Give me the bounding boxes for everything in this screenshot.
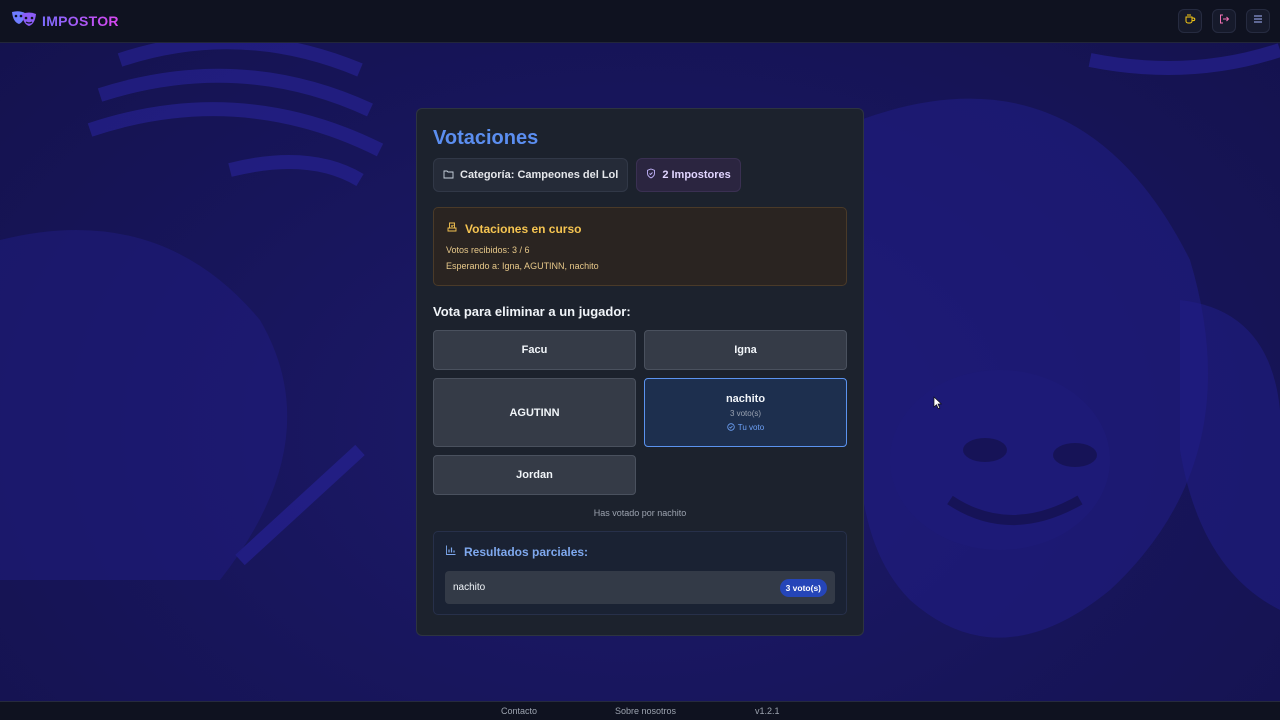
footer: Contacto Sobre nosotros v1.2.1 <box>0 701 1280 720</box>
folder-icon <box>443 169 454 182</box>
votes-received: Votos recibidos: 3 / 6 <box>446 245 530 255</box>
player-button-nachito[interactable]: nachito 3 voto(s) Tu voto <box>644 378 847 447</box>
vote-heading: Vota para eliminar a un jugador: <box>433 304 631 319</box>
contact-link[interactable]: Contacto <box>501 706 537 716</box>
logout-button[interactable] <box>1212 9 1236 33</box>
category-chip: Categoría: Campeones del Lol <box>433 158 629 192</box>
player-grid: Facu Igna AGUTINN nachito 3 voto(s) Tu v… <box>433 330 847 495</box>
waiting-players: Esperando a: Igna, AGUTINN, nachito <box>446 261 599 271</box>
shield-icon <box>646 168 656 182</box>
impostors-label: 2 Impostores <box>662 169 731 181</box>
player-name: Jordan <box>516 469 553 481</box>
result-row: nachito 3 voto(s) <box>445 571 835 604</box>
player-button-jordan[interactable]: Jordan <box>433 455 636 495</box>
player-button-igna[interactable]: Igna <box>644 330 847 370</box>
my-vote-label: Tu voto <box>737 423 765 432</box>
impostors-chip: 2 Impostores <box>636 158 741 192</box>
brand[interactable]: IMPOSTOR <box>10 9 119 34</box>
about-link[interactable]: Sobre nosotros <box>615 706 676 716</box>
result-vote-badge: 3 voto(s) <box>779 578 827 597</box>
theater-masks-icon <box>10 9 38 34</box>
top-bar: IMPOSTOR <box>0 0 1280 43</box>
voting-status-panel: Votaciones en curso Votos recibidos: 3 /… <box>433 207 847 286</box>
voting-card: Votaciones Categoría: Campeones del Lol … <box>416 108 864 636</box>
player-name: AGUTINN <box>509 406 560 419</box>
voted-note: Has votado por nachito <box>593 508 687 518</box>
results-title: Resultados parciales: <box>464 545 589 559</box>
brand-name: IMPOSTOR <box>42 13 119 29</box>
my-vote-indicator: Tu voto <box>727 422 765 433</box>
player-name: Igna <box>734 344 757 356</box>
player-name: nachito <box>725 392 766 405</box>
ballot-icon <box>446 220 458 238</box>
coffee-button[interactable] <box>1178 9 1202 33</box>
status-title: Votaciones en curso <box>465 222 582 236</box>
partial-results-panel: Resultados parciales: nachito 3 voto(s) <box>433 531 847 615</box>
result-player-name: nachito <box>453 582 486 593</box>
bar-chart-icon <box>445 543 457 561</box>
version-label: v1.2.1 <box>755 706 780 716</box>
player-vote-count: 3 voto(s) <box>729 408 762 418</box>
mouse-cursor-icon <box>933 396 943 415</box>
logout-icon <box>1218 12 1230 30</box>
page-title: Votaciones <box>433 127 539 149</box>
player-button-agutinn[interactable]: AGUTINN <box>433 378 636 447</box>
coffee-icon <box>1184 12 1196 30</box>
category-label: Categoría: Campeones del Lol <box>460 169 619 181</box>
menu-button[interactable] <box>1246 9 1270 33</box>
check-circle-icon <box>727 422 735 433</box>
player-name: Facu <box>521 344 548 356</box>
menu-icon <box>1252 12 1264 30</box>
player-button-facu[interactable]: Facu <box>433 330 636 370</box>
